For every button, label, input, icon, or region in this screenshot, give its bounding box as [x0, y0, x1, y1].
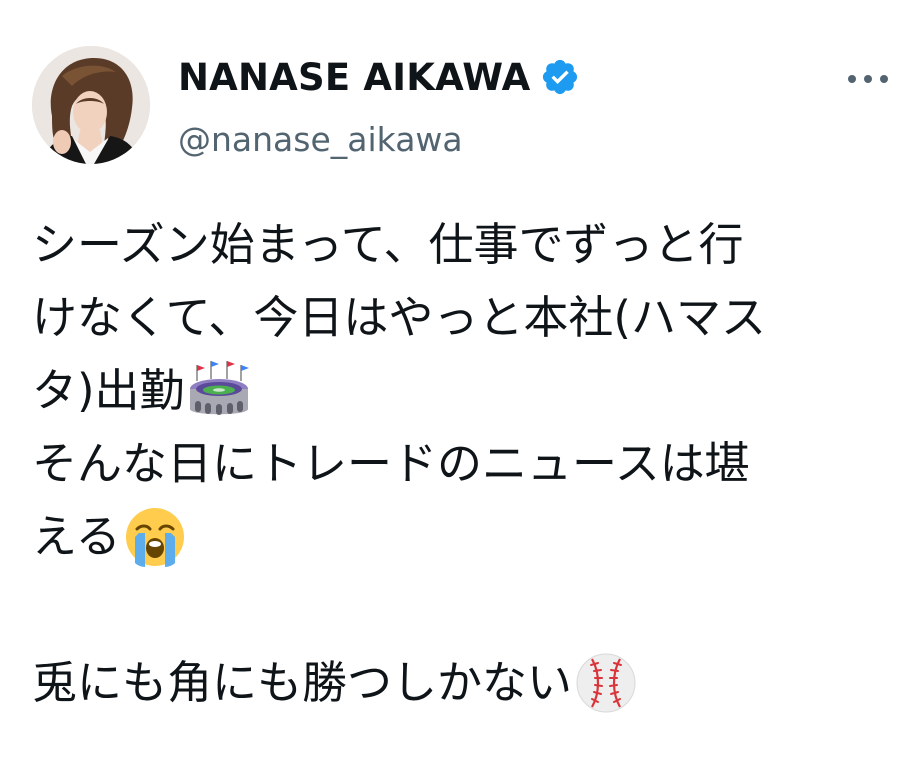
author-display-name[interactable]: NANASE AIKAWA: [178, 56, 530, 99]
tweet-line-4: そんな日にトレードのニュースは堪: [32, 427, 882, 500]
more-horizontal-icon: [848, 75, 888, 83]
tweet-line-text: 兎にも角にも勝つしかない: [32, 656, 573, 709]
author-info: NANASE AIKAWA @nanase_aikawa: [178, 52, 580, 159]
tweet-line-6: [32, 573, 882, 646]
tweet-line-2: けなくて、今日はやっと本社(ハマス: [32, 281, 882, 354]
tweet-header: NANASE AIKAWA @nanase_aikawa: [32, 46, 892, 166]
verified-badge-icon[interactable]: [540, 57, 580, 97]
author-handle[interactable]: @nanase_aikawa: [178, 120, 580, 159]
name-row: NANASE AIKAWA: [178, 52, 580, 102]
loudly-crying-face-emoji-icon: [123, 505, 187, 569]
avatar-image: [32, 46, 150, 164]
tweet-line-text: シーズン始まって、仕事でずっと行: [32, 218, 744, 271]
tweet-line-1: シーズン始まって、仕事でずっと行: [32, 208, 882, 281]
tweet-card: NANASE AIKAWA @nanase_aikawa シーズン始まって、仕事…: [0, 0, 921, 769]
tweet-line-7: 兎にも角にも勝つしかない: [32, 646, 882, 719]
tweet-line-text: けなくて、今日はやっと本社(ハマス: [32, 291, 766, 344]
baseball-emoji-icon: [574, 651, 638, 715]
tweet-line-text: える: [32, 510, 121, 563]
author-avatar[interactable]: [32, 46, 150, 164]
tweet-line-3: タ)出勤: [32, 354, 882, 427]
stadium-emoji-icon: [187, 359, 251, 423]
tweet-line-5: える: [32, 500, 882, 573]
tweet-line-text: タ)出勤: [32, 364, 185, 417]
tweet-text: シーズン始まって、仕事でずっと行 けなくて、今日はやっと本社(ハマス タ)出勤: [32, 208, 882, 719]
tweet-line-text: そんな日にトレードのニュースは堪: [32, 437, 750, 490]
more-options-button[interactable]: [844, 64, 892, 94]
